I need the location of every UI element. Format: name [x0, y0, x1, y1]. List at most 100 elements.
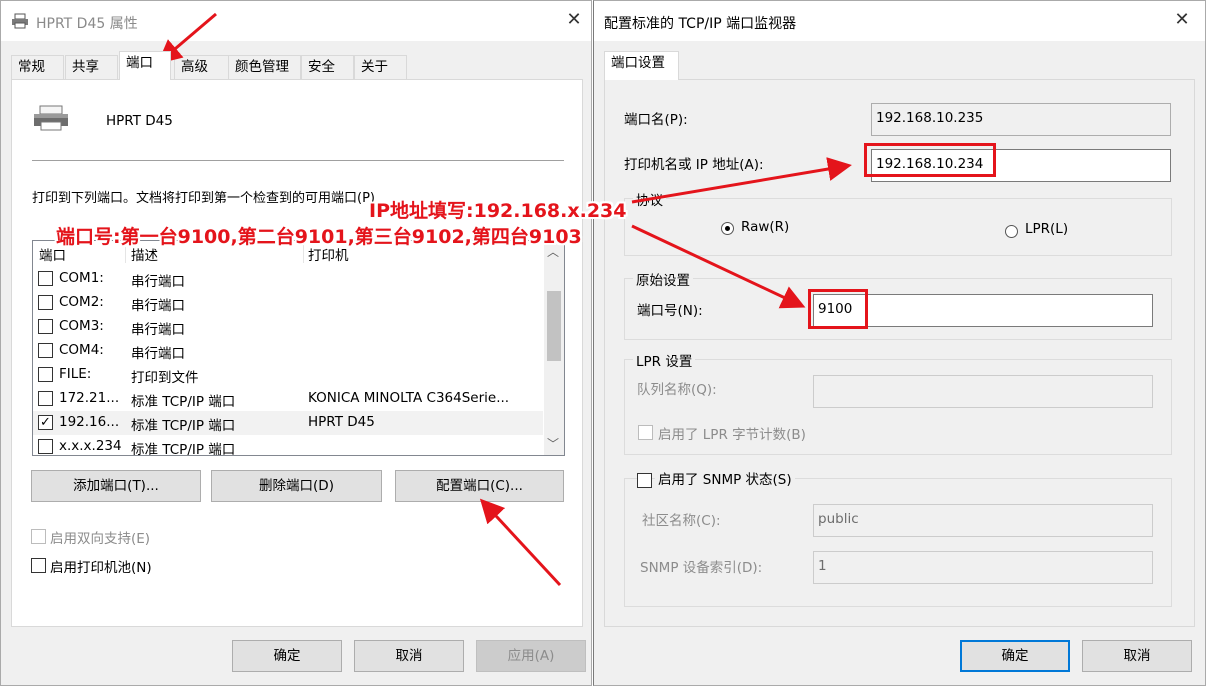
printer-properties-dialog: HPRT D45 属性 ✕ 常规 共享 端口 高级 颜色管理 安全 关于 HPR…	[0, 0, 592, 686]
port-name: COM1:	[59, 270, 104, 286]
port-checkbox[interactable]	[38, 343, 53, 358]
close-button[interactable]: ✕	[1172, 10, 1192, 30]
port-checkbox-checked[interactable]: ✓	[38, 415, 53, 430]
port-checkbox[interactable]	[38, 319, 53, 334]
apply-button[interactable]: 应用(A)	[476, 640, 586, 672]
port-description: 打印到文件	[131, 370, 199, 386]
port-checkbox[interactable]	[38, 439, 53, 454]
port-name: COM2:	[59, 294, 104, 310]
tab-general[interactable]: 常规	[11, 55, 64, 80]
lpr-byte-count-checkbox[interactable]	[638, 425, 653, 440]
scrollbar-thumb[interactable]	[547, 291, 561, 361]
raw-label: Raw(R)	[741, 219, 790, 235]
snmp-status-label: 启用了 SNMP 状态(S)	[655, 468, 795, 488]
lpr-byte-count-label: 启用了 LPR 字节计数(B)	[658, 427, 806, 443]
port-list-scrollbar[interactable]: ︿ ﹀	[544, 241, 564, 455]
protocol-group-title: 协议	[633, 189, 666, 209]
port-description: 标准 TCP/IP 端口	[131, 394, 236, 410]
snmp-status-checkbox[interactable]	[637, 473, 652, 488]
port-description: 串行端口	[131, 322, 185, 338]
raw-settings-group: 原始设置 端口号(N): 9100	[624, 269, 1172, 340]
port-name: COM3:	[59, 318, 104, 334]
snmp-device-index-label: SNMP 设备索引(D):	[640, 560, 763, 576]
port-name-label: 端口名(P):	[624, 112, 688, 128]
tab-security[interactable]: 安全	[301, 55, 354, 80]
configure-port-button[interactable]: 配置端口(C)...	[395, 470, 564, 502]
port-checkbox[interactable]	[38, 367, 53, 382]
address-highlight-box	[864, 143, 996, 177]
port-list[interactable]: 端口 描述 打印机 COM1: 串行端口 COM2: 串行端口 COM3: 串行…	[32, 240, 565, 456]
lpr-radio[interactable]	[1005, 225, 1018, 238]
port-name: x.x.x.234	[59, 438, 122, 454]
port-checkbox[interactable]	[38, 391, 53, 406]
title-bar: 配置标准的 TCP/IP 端口监视器 ✕	[594, 1, 1205, 41]
port-name-field[interactable]: 192.168.10.235	[871, 103, 1171, 136]
cancel-button[interactable]: 取消	[1082, 640, 1192, 672]
tab-ports[interactable]: 端口	[119, 51, 171, 80]
list-item[interactable]: COM3: 串行端口	[33, 315, 543, 339]
port-description: 标准 TCP/IP 端口	[131, 418, 236, 434]
ports-tab-panel: HPRT D45 打印到下列端口。文档将打印到第一个检查到的可用端口(P) 端口…	[11, 79, 583, 627]
tab-about[interactable]: 关于	[354, 55, 407, 80]
ip-hint-annotation: IP地址填写:192.168.x.234	[369, 200, 627, 222]
community-name-field[interactable]: public	[813, 504, 1153, 537]
printer-icon	[34, 105, 68, 131]
port-name: FILE:	[59, 366, 92, 382]
port-description: 串行端口	[131, 346, 185, 362]
ok-button[interactable]: 确定	[960, 640, 1070, 672]
raw-radio[interactable]	[721, 222, 734, 235]
port-name: 192.16...	[59, 414, 120, 430]
port-instruction: 打印到下列端口。文档将打印到第一个检查到的可用端口(P)	[32, 191, 375, 206]
printer-pooling-label: 启用打印机池(N)	[50, 560, 152, 576]
port-name: 172.21...	[59, 390, 120, 406]
list-item[interactable]: x.x.x.234 标准 TCP/IP 端口	[33, 435, 543, 456]
divider	[32, 160, 564, 161]
port-number-label: 端口号(N):	[637, 303, 703, 319]
port-hint-annotation: 端口号:第一台9100,第二台9101,第三台9102,第四台9103	[56, 226, 582, 248]
list-item[interactable]: COM4: 串行端口	[33, 339, 543, 363]
tab-color-management[interactable]: 颜色管理	[228, 55, 301, 80]
list-item[interactable]: COM2: 串行端口	[33, 291, 543, 315]
close-button[interactable]: ✕	[564, 10, 584, 30]
delete-port-button[interactable]: 删除端口(D)	[211, 470, 382, 502]
port-checkbox[interactable]	[38, 295, 53, 310]
tab-advanced[interactable]: 高级	[174, 55, 229, 80]
protocol-group: 协议 Raw(R) LPR(L)	[624, 189, 1172, 256]
lpr-label: LPR(L)	[1025, 221, 1069, 237]
port-checkbox[interactable]	[38, 271, 53, 286]
port-name: COM4:	[59, 342, 104, 358]
queue-name-label: 队列名称(Q):	[637, 382, 717, 398]
port-printer: HPRT D45	[308, 414, 375, 430]
printer-name: HPRT D45	[106, 113, 173, 129]
queue-name-field[interactable]	[813, 375, 1153, 408]
raw-settings-group-title: 原始设置	[633, 269, 693, 289]
cancel-button[interactable]: 取消	[354, 640, 464, 672]
bidirectional-checkbox[interactable]	[31, 529, 46, 544]
list-item[interactable]: FILE: 打印到文件	[33, 363, 543, 387]
printer-pooling-checkbox[interactable]	[31, 558, 46, 573]
printer-icon	[12, 13, 28, 29]
ok-button[interactable]: 确定	[232, 640, 342, 672]
lpr-settings-group: LPR 设置 队列名称(Q): 启用了 LPR 字节计数(B)	[624, 350, 1172, 455]
chevron-down-icon[interactable]: ﹀	[547, 435, 559, 452]
title-bar: HPRT D45 属性 ✕	[1, 1, 591, 41]
port-description: 标准 TCP/IP 端口	[131, 442, 236, 456]
port-description: 串行端口	[131, 274, 185, 290]
tcpip-port-monitor-dialog: 配置标准的 TCP/IP 端口监视器 ✕ 端口设置 端口名(P): 192.16…	[593, 0, 1206, 686]
list-item[interactable]: 172.21... 标准 TCP/IP 端口 KONICA MINOLTA C3…	[33, 387, 543, 411]
community-name-label: 社区名称(C):	[642, 513, 721, 529]
snmp-device-index-field[interactable]: 1	[813, 551, 1153, 584]
list-item-selected[interactable]: ✓ 192.16... 标准 TCP/IP 端口 HPRT D45	[33, 411, 543, 435]
port-description: 串行端口	[131, 298, 185, 314]
port-printer: KONICA MINOLTA C364Serie...	[308, 390, 510, 406]
bidirectional-label: 启用双向支持(E)	[50, 531, 151, 547]
port-number-highlight-box	[808, 289, 868, 329]
tab-sharing[interactable]: 共享	[65, 55, 118, 80]
lpr-settings-group-title: LPR 设置	[633, 350, 696, 370]
add-port-button[interactable]: 添加端口(T)...	[31, 470, 201, 502]
snmp-group: 启用了 SNMP 状态(S) 社区名称(C): public SNMP 设备索引…	[624, 468, 1172, 607]
dialog-title: HPRT D45 属性	[36, 16, 138, 32]
list-item[interactable]: COM1: 串行端口	[33, 267, 543, 291]
tab-port-settings[interactable]: 端口设置	[604, 51, 679, 80]
dialog-title: 配置标准的 TCP/IP 端口监视器	[604, 16, 797, 32]
